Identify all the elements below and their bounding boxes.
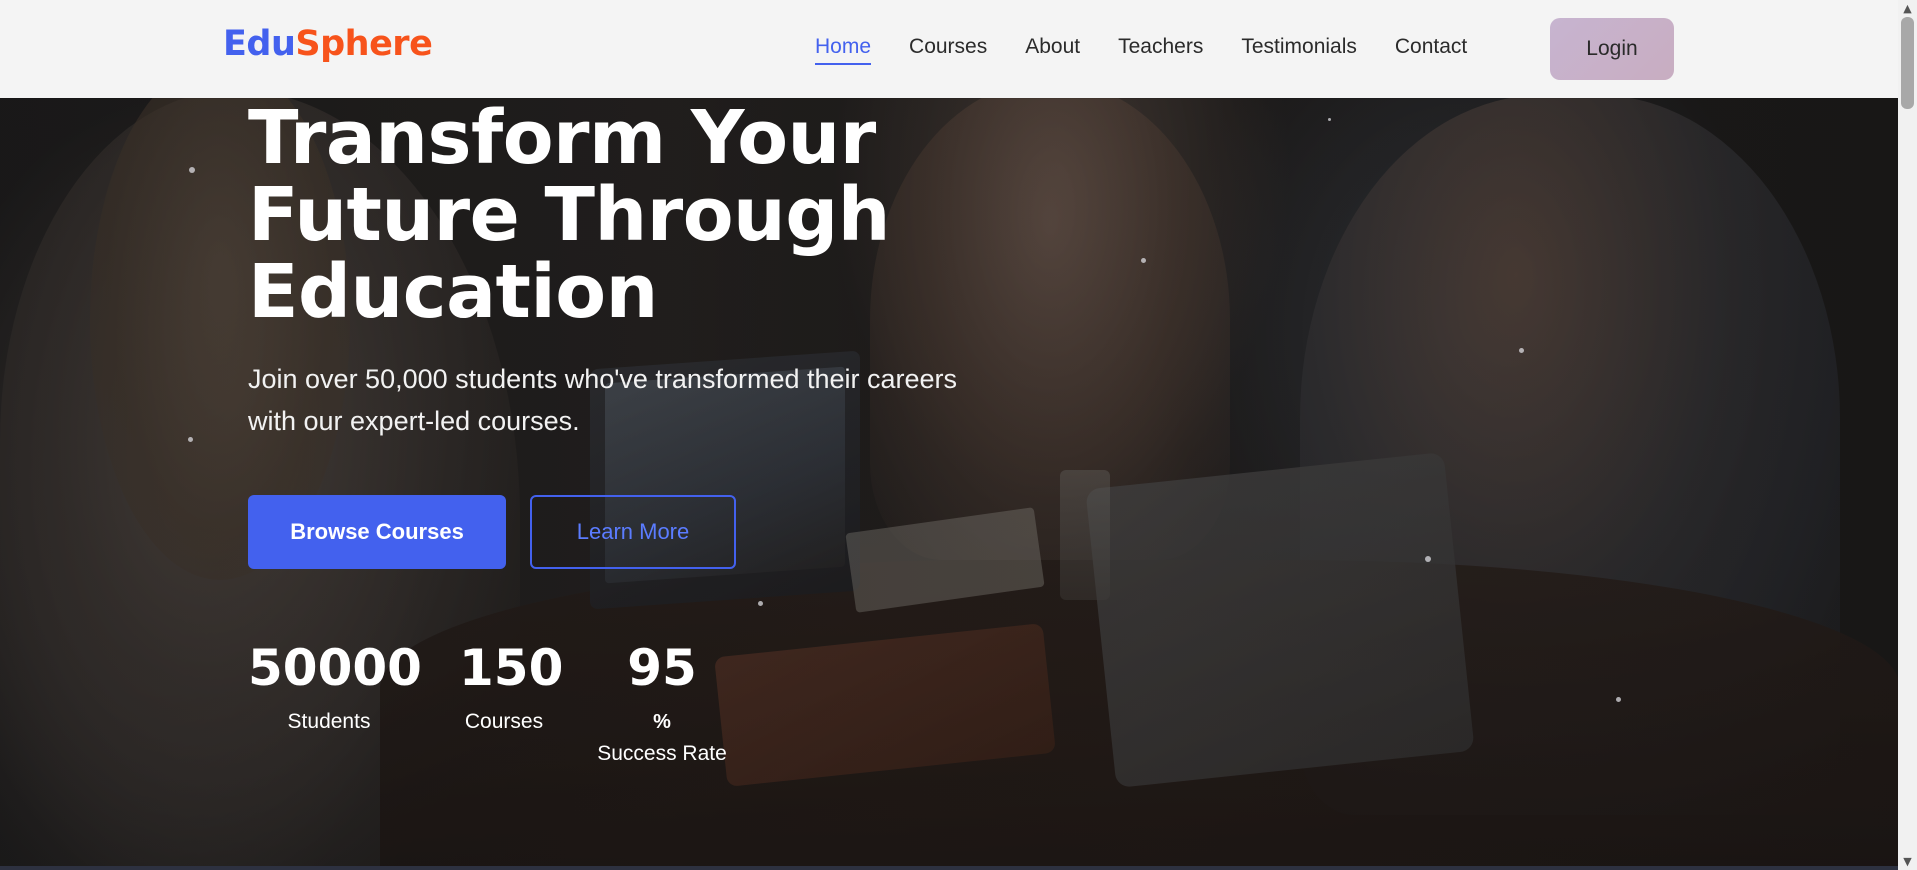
browse-courses-button[interactable]: Browse Courses (248, 495, 506, 569)
nav-link-contact[interactable]: Contact (1395, 35, 1467, 65)
hero-title-line-2: Future Through (248, 172, 890, 258)
stat-label: Students (287, 710, 371, 733)
nav-link-about[interactable]: About (1025, 35, 1080, 65)
nav-link-teachers[interactable]: Teachers (1118, 35, 1203, 65)
top-navbar: EduSphere Home Courses About Teachers Te… (0, 0, 1898, 98)
next-section-edge (0, 866, 1898, 870)
hero-title-line-1: Transform Your (248, 95, 876, 181)
stat-number: 150 (459, 639, 564, 697)
stat-label: Courses (464, 710, 544, 733)
hero-subtitle-line-2: with our expert-led courses. (248, 406, 580, 436)
stat-number: 50000 (248, 639, 422, 697)
hero-subtitle: Join over 50,000 students who've transfo… (248, 358, 1048, 442)
logo-text-edu: Edu (223, 24, 296, 64)
hero-title: Transform Your Future Through Education (248, 100, 948, 331)
stat-success-rate: 95 % Success Rate (590, 638, 734, 770)
scroll-down-icon[interactable]: ▼ (1898, 853, 1917, 870)
nav-link-courses[interactable]: Courses (909, 35, 987, 65)
nav-link-home[interactable]: Home (815, 35, 872, 65)
brand-logo[interactable]: EduSphere (223, 24, 433, 64)
stat-label: Success Rate (597, 742, 727, 765)
main-nav: Home Courses About Teachers Testimonials… (815, 35, 1505, 65)
scroll-up-icon[interactable]: ▲ (1898, 0, 1917, 17)
hero-subtitle-line-1: Join over 50,000 students who've transfo… (248, 364, 958, 394)
stat-students: 50000 Students (248, 638, 422, 738)
stat-unit: % (653, 711, 671, 733)
logo-text-sphere: Sphere (295, 24, 433, 64)
login-button[interactable]: Login (1550, 18, 1674, 80)
stat-number: 95 (627, 639, 697, 697)
page-scrollbar[interactable]: ▲ ▼ (1898, 0, 1917, 870)
hero-section: Transform Your Future Through Education … (0, 0, 1898, 870)
scroll-thumb[interactable] (1901, 17, 1914, 109)
hero-title-line-3: Education (248, 249, 658, 335)
stat-courses: 150 Courses (459, 638, 564, 738)
nav-link-testimonials[interactable]: Testimonials (1241, 35, 1357, 65)
learn-more-button[interactable]: Learn More (530, 495, 736, 569)
